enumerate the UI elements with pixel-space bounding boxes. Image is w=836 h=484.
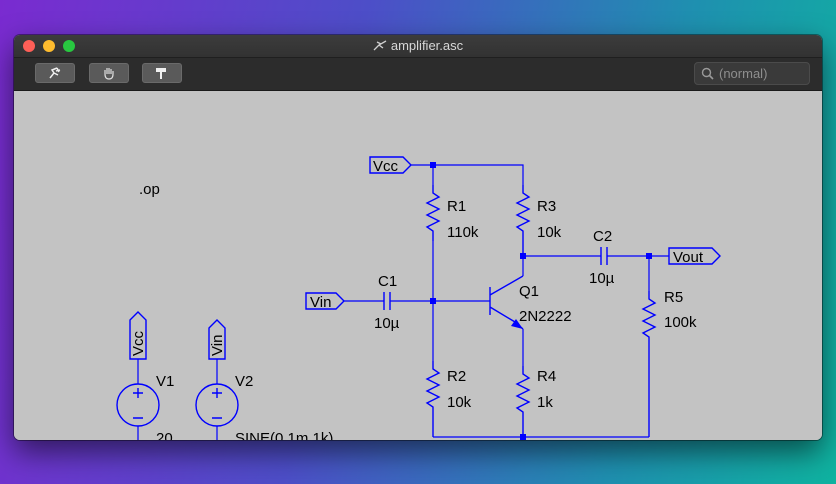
c1-value: 10µ: [374, 315, 400, 332]
svg-text:Vout: Vout: [673, 249, 704, 266]
r4-name: R4: [537, 368, 556, 385]
r4-value: 1k: [537, 394, 553, 411]
r2-value: 10k: [447, 394, 472, 411]
c1-name: C1: [378, 273, 397, 290]
toolbar: (normal): [14, 58, 822, 91]
search-icon: [701, 67, 714, 80]
svg-text:Vin: Vin: [209, 335, 226, 356]
capacitor-c1[interactable]: [383, 292, 391, 310]
svg-text:Vcc: Vcc: [373, 158, 399, 175]
app-window: amplifier.asc (normal) .op Vcc R1 110k R…: [14, 35, 822, 440]
resistor-r5[interactable]: [641, 291, 657, 437]
schematic-drawing: .op Vcc R1 110k R3 10k Vin C1 10µ Q1 2N2…: [116, 156, 721, 440]
r3-value: 10k: [537, 224, 562, 241]
svg-text:Vin: Vin: [310, 294, 331, 311]
pan-button[interactable]: [89, 63, 129, 83]
q1-name: Q1: [519, 283, 539, 300]
resistor-r1[interactable]: [425, 185, 441, 241]
junction: [430, 298, 436, 304]
r3-name: R3: [537, 198, 556, 215]
svg-text:Vcc: Vcc: [130, 330, 147, 356]
vout-net-label[interactable]: Vout: [668, 247, 721, 266]
schematic-file-icon: [373, 39, 387, 51]
q1-value: 2N2222: [519, 308, 572, 325]
v1-name: V1: [156, 373, 174, 390]
v1-value: 20: [156, 430, 173, 440]
schematic-canvas[interactable]: .op Vcc R1 110k R3 10k Vin C1 10µ Q1 2N2…: [14, 91, 822, 440]
window-title-text: amplifier.asc: [390, 38, 464, 53]
resistor-r4[interactable]: [515, 366, 531, 437]
r1-value: 110k: [447, 224, 479, 241]
vcc-net-label[interactable]: Vcc: [369, 156, 412, 175]
vcc-source-label[interactable]: Vcc: [129, 311, 147, 360]
junction: [520, 434, 526, 440]
vin-source-label[interactable]: Vin: [208, 319, 226, 360]
v2-name: V2: [235, 373, 253, 390]
search-input[interactable]: (normal): [694, 62, 810, 85]
op-directive[interactable]: .op: [139, 181, 160, 198]
hammer-button[interactable]: [142, 63, 182, 83]
r1-name: R1: [447, 198, 466, 215]
run-button[interactable]: [35, 63, 75, 83]
run-icon: [49, 67, 61, 79]
search-placeholder: (normal): [719, 66, 768, 81]
voltage-source-v2[interactable]: [195, 383, 239, 427]
resistor-r3[interactable]: [515, 185, 531, 256]
hand-icon: [104, 68, 114, 80]
hammer-icon: [156, 68, 166, 79]
junction: [520, 253, 526, 259]
junction: [646, 253, 652, 259]
r2-name: R2: [447, 368, 466, 385]
voltage-source-v1[interactable]: [116, 383, 160, 427]
capacitor-c2[interactable]: [600, 247, 608, 265]
title-bar: amplifier.asc: [14, 35, 822, 58]
c2-value: 10µ: [589, 270, 615, 287]
vin-net-label[interactable]: Vin: [305, 292, 345, 311]
r5-value: 100k: [664, 314, 697, 331]
resistor-r2[interactable]: [425, 361, 441, 437]
r5-name: R5: [664, 289, 683, 306]
v2-value: SINE(0 1m 1k): [235, 430, 333, 440]
junction: [430, 162, 436, 168]
c2-name: C2: [593, 228, 612, 245]
window-title: amplifier.asc: [14, 38, 822, 53]
